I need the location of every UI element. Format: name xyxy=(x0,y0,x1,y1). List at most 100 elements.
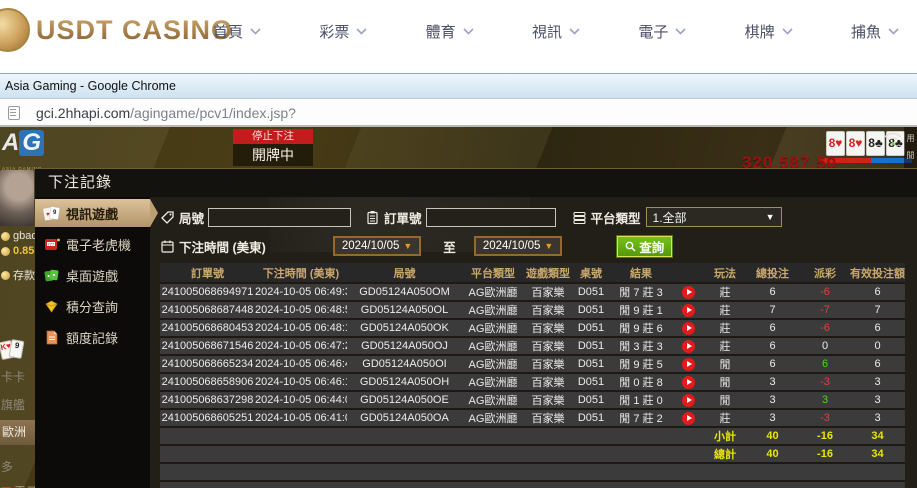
chevron-down-icon xyxy=(782,28,793,35)
nav-item-sports[interactable]: 體育 xyxy=(426,21,474,42)
lobby-item[interactable]: 多 xyxy=(1,458,13,475)
cell-result: 閒 0 莊 8 xyxy=(610,373,672,391)
round-number-input[interactable] xyxy=(208,208,351,227)
cell-round-number: GD05124A050OJ xyxy=(347,337,462,355)
cell-total-bet: 3 xyxy=(745,409,800,427)
date-to-picker[interactable]: 2024/10/05▼ xyxy=(474,236,562,256)
cell-valid-bet: 7 xyxy=(850,301,905,319)
top-nav: 首頁 彩票 體育 視訊 電子 棋牌 xyxy=(213,0,899,62)
cell-table-number: D051 xyxy=(572,319,610,337)
table-row: 241005068687448 2024-10-05 06:48:53 GD05… xyxy=(160,301,905,319)
cell-game-type: 百家樂 xyxy=(524,391,572,409)
balance: 0.85 xyxy=(1,245,34,257)
document-icon xyxy=(43,329,60,346)
replay-button[interactable] xyxy=(682,286,695,299)
nav-item-home[interactable]: 首頁 xyxy=(213,21,261,42)
lobby-item-selected[interactable]: 歐洲 xyxy=(0,420,35,445)
round-number-label: 局號 xyxy=(160,208,204,227)
nav-item-fishing[interactable]: 捕魚 xyxy=(851,21,899,42)
modal-content: 局號 訂單號 平台類型 1.全部 xyxy=(150,197,917,488)
cell-play-type: 閒 xyxy=(705,391,745,409)
coin-icon xyxy=(1,247,10,256)
lobby-item[interactable]: 卡卡 xyxy=(1,368,25,385)
cell-total-bet: 6 xyxy=(745,355,800,373)
chrome-url-bar[interactable]: gci.2hhapi.com/agingame/pcv1/index.jsp? xyxy=(0,100,917,127)
cell-valid-bet: 3 xyxy=(850,409,905,427)
cell-replay xyxy=(672,373,705,391)
cell-total-bet: 6 xyxy=(745,283,800,301)
deposit-icon xyxy=(1,271,10,280)
avatar xyxy=(0,170,34,226)
site-logo[interactable]: USDT CASINO xyxy=(0,8,233,52)
order-number-input[interactable] xyxy=(426,208,556,227)
cell-payout: -3 xyxy=(800,409,850,427)
replay-button[interactable] xyxy=(682,394,695,407)
cell-bet-time: 2024-10-05 06:46:10 xyxy=(255,373,347,391)
nav-item-slots[interactable]: 電子 xyxy=(638,21,686,42)
caret-down-icon: ▼ xyxy=(403,241,412,251)
cell-replay xyxy=(672,355,705,373)
calendar-icon xyxy=(160,239,175,254)
replay-button[interactable] xyxy=(682,412,695,425)
cell-platform: AG歐洲廳 xyxy=(462,409,524,427)
sidebar-item-slots[interactable]: 777 電子老虎機 xyxy=(35,230,150,258)
replay-button[interactable] xyxy=(682,358,695,371)
username: gbad xyxy=(1,230,37,242)
replay-button[interactable] xyxy=(682,376,695,389)
cell-total-bet: 3 xyxy=(745,391,800,409)
cell-round-number: GD05124A050OA xyxy=(347,409,462,427)
modal-title: 下注記錄 xyxy=(35,169,917,197)
nav-item-lottery[interactable]: 彩票 xyxy=(319,21,367,42)
caret-down-icon: ▼ xyxy=(544,241,553,251)
cell-payout: -6 xyxy=(800,319,850,337)
sidebar-item-table-games[interactable]: 桌面遊戲 xyxy=(35,261,150,289)
asia-gaming-logo: AG ASIA GAMING xyxy=(2,130,52,166)
cards-icon: K♥9 xyxy=(0,338,26,364)
cell-play-type: 莊 xyxy=(705,319,745,337)
cell-platform: AG歐洲廳 xyxy=(462,283,524,301)
screen: USDT CASINO 首頁 彩票 體育 視訊 電子 xyxy=(0,0,917,488)
replay-button[interactable] xyxy=(682,322,695,335)
lobby-item[interactable]: 電子 xyxy=(1,483,38,488)
cell-order-number: 241005068637298 xyxy=(160,391,255,409)
coin-icon xyxy=(0,8,30,52)
cell-total-bet: 7 xyxy=(745,301,800,319)
layers-icon xyxy=(572,210,587,225)
site-logo-text: USDT CASINO xyxy=(36,15,233,46)
replay-button[interactable] xyxy=(682,304,695,317)
filter-row-2: 下注時間 (美東) 2024/10/05▼ 至 2024/10/05▼ 查詢 xyxy=(160,234,905,258)
cell-table-number: D051 xyxy=(572,337,610,355)
cell-valid-bet: 6 xyxy=(850,283,905,301)
replay-button[interactable] xyxy=(682,340,695,353)
platform-type-select[interactable]: 1.全部 ▼ xyxy=(646,207,782,227)
cell-replay xyxy=(672,391,705,409)
user-icon xyxy=(1,232,10,241)
search-button[interactable]: 查詢 xyxy=(617,236,672,257)
cell-result: 閒 9 莊 5 xyxy=(610,355,672,373)
table-row: 241005068694971 2024-10-05 06:49:32 GD05… xyxy=(160,283,905,301)
cell-order-number: 241005068687448 xyxy=(160,301,255,319)
cell-platform: AG歐洲廳 xyxy=(462,391,524,409)
cell-game-type: 百家樂 xyxy=(524,283,572,301)
sidebar-item-live-games[interactable]: ♥9 視訊遊戲 xyxy=(35,199,150,227)
nav-item-poker[interactable]: 棋牌 xyxy=(745,21,793,42)
sidebar-item-points[interactable]: 積分查詢 xyxy=(35,292,150,320)
cell-platform: AG歐洲廳 xyxy=(462,355,524,373)
modal-sidebar: ♥9 視訊遊戲 777 電子老虎機 xyxy=(35,197,150,488)
cell-valid-bet: 0 xyxy=(850,337,905,355)
sidebar-item-credit-records[interactable]: 額度記錄 xyxy=(35,323,150,351)
cell-game-type: 百家樂 xyxy=(524,409,572,427)
cell-round-number: GD05124A050OH xyxy=(347,373,462,391)
playing-card: 8♥ xyxy=(846,131,865,156)
cell-round-number: GD05124A050OE xyxy=(347,391,462,409)
lobby-item[interactable]: 旗艦 xyxy=(1,396,25,413)
total-label: 總計 xyxy=(705,445,745,463)
cell-payout: 3 xyxy=(800,391,850,409)
cell-bet-time: 2024-10-05 06:48:53 xyxy=(255,301,347,319)
date-from-picker[interactable]: 2024/10/05▼ xyxy=(333,236,421,256)
table-row: 241005068665234 2024-10-05 06:46:47 GD05… xyxy=(160,355,905,373)
cell-payout: -6 xyxy=(800,283,850,301)
deposit-button[interactable]: 存款 xyxy=(1,267,35,283)
nav-item-live[interactable]: 視訊 xyxy=(532,21,580,42)
tag-icon xyxy=(160,210,175,225)
